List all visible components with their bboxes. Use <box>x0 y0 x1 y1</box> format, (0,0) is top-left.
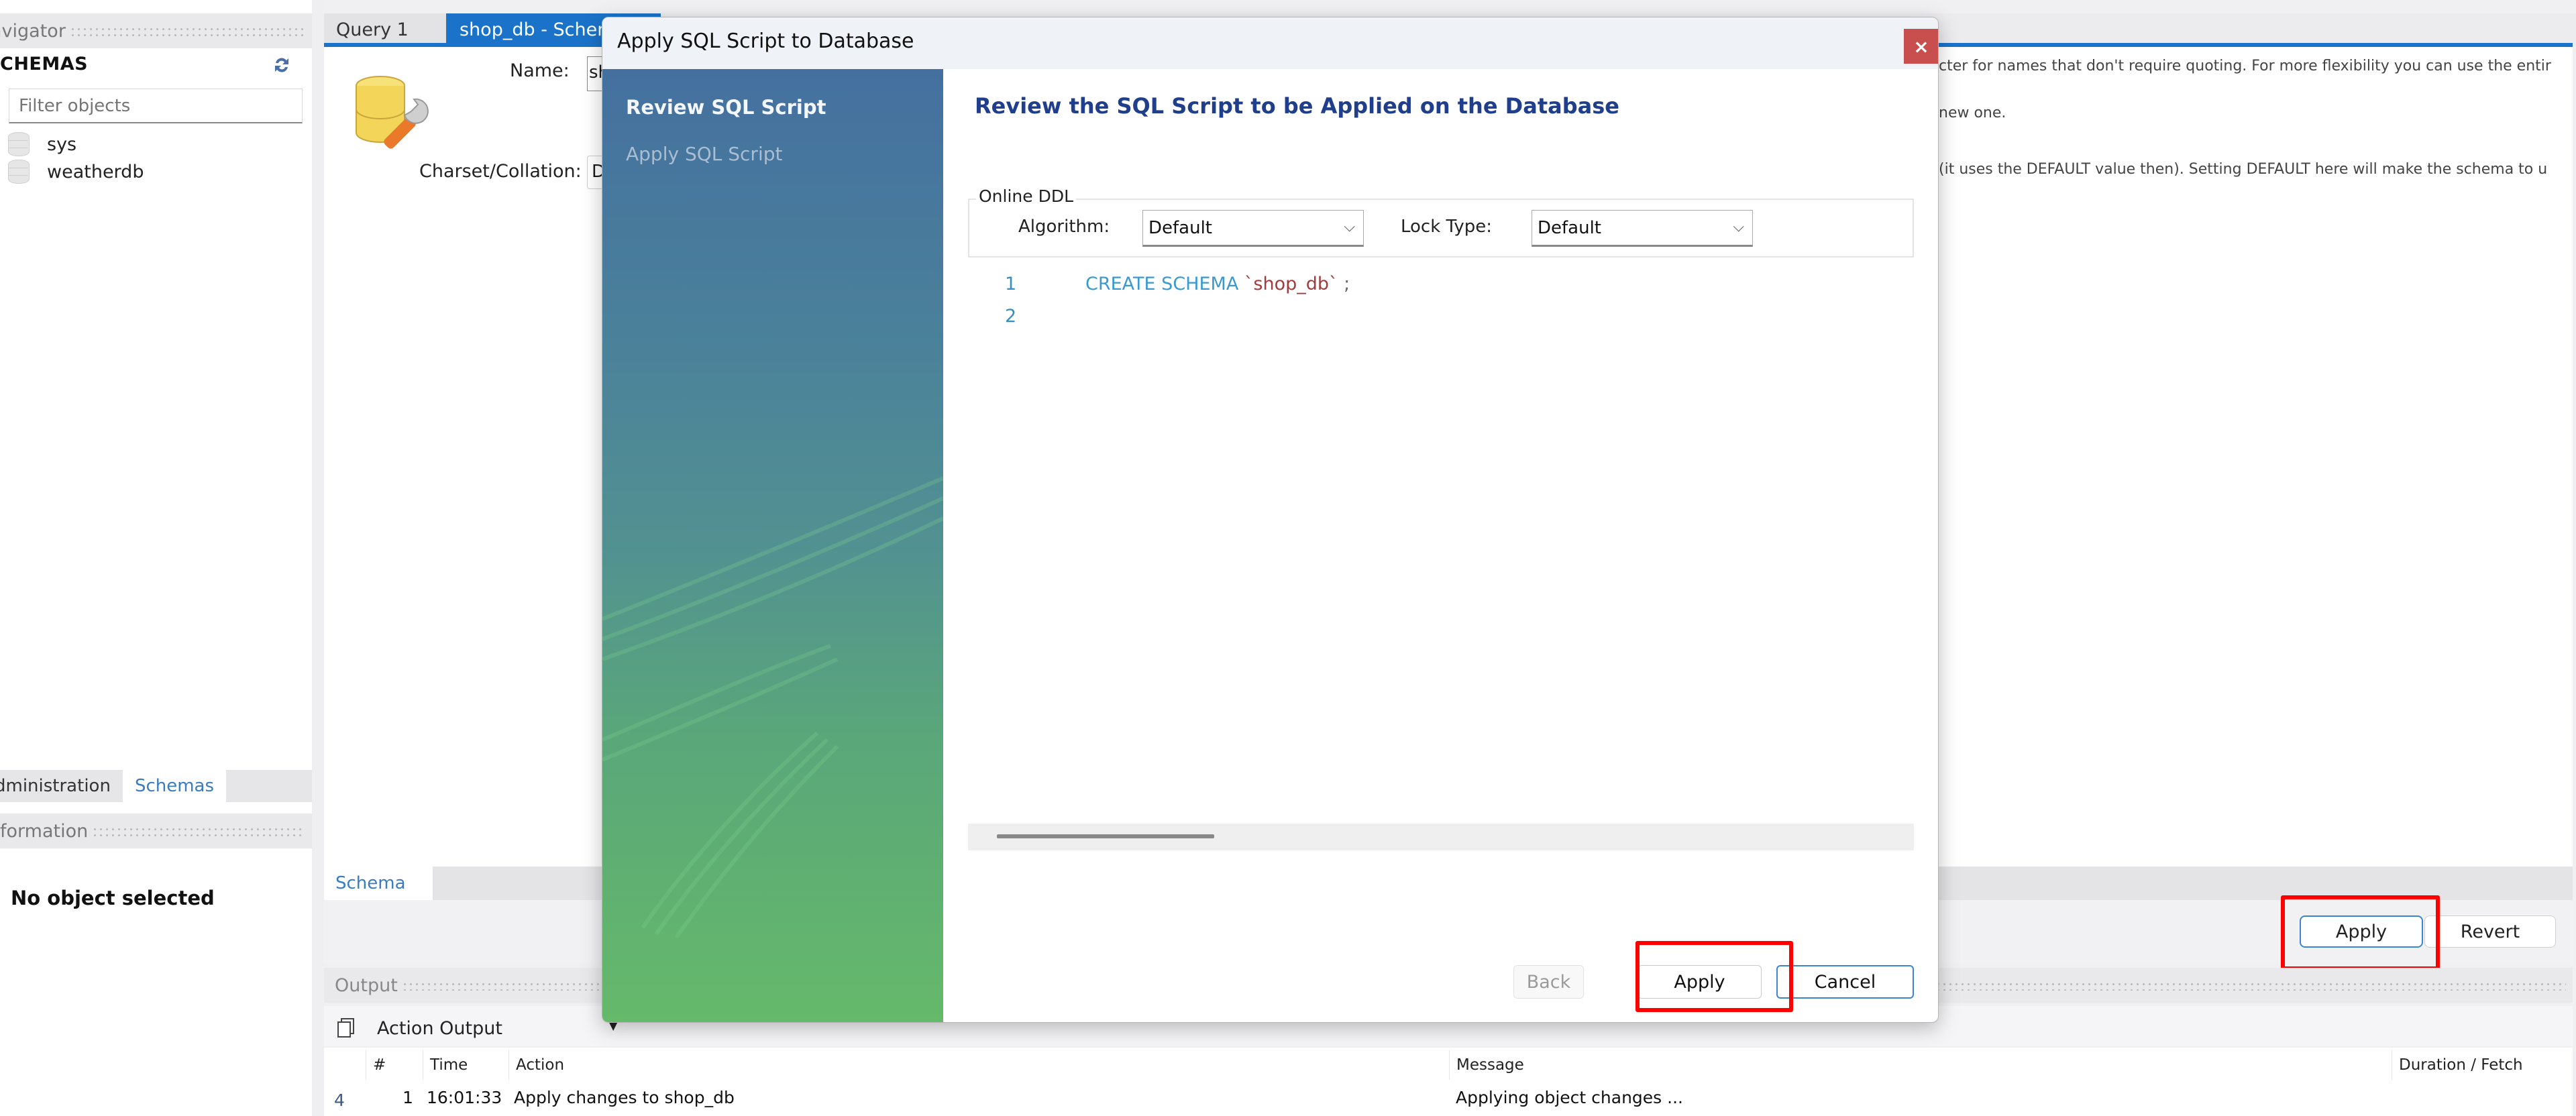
schema-name: weatherdb <box>47 161 144 182</box>
charset-hint-text: (it uses the DEFAULT value then). Settin… <box>1939 161 2548 178</box>
filter-objects-input[interactable] <box>9 89 303 123</box>
sidebar-splitter[interactable] <box>312 0 324 1116</box>
panel-grip[interactable] <box>92 825 305 837</box>
navigator-header: avigator <box>0 13 312 48</box>
line-number: 2 <box>1005 306 1017 327</box>
sql-script-line[interactable]: CREATE SCHEMA `shop_db` ; <box>1085 274 1350 294</box>
close-icon: × <box>1913 35 1929 58</box>
column-header-message[interactable]: Message <box>1449 1050 2392 1080</box>
name-hint-text: cter for names that don't require quotin… <box>1939 58 2551 74</box>
apply-button[interactable]: Apply <box>2300 915 2423 948</box>
no-object-selected-text: No object selected <box>11 887 215 909</box>
row-number: 1 <box>402 1087 413 1107</box>
schema-edit-icon <box>352 72 439 153</box>
charset-collation-label: Charset/Collation: <box>419 161 582 182</box>
panel-grip[interactable] <box>69 25 305 37</box>
lock-type-label: Lock Type: <box>1401 217 1493 237</box>
information-header: formation <box>0 814 312 848</box>
information-title: formation <box>0 820 89 842</box>
column-header-action[interactable]: Action <box>508 1050 1449 1080</box>
back-button[interactable]: Back <box>1513 965 1584 999</box>
lock-type-select[interactable]: Default ⌵ <box>1532 210 1753 247</box>
dialog-title: Apply SQL Script to Database <box>617 30 914 53</box>
column-header-duration[interactable]: Duration / Fetch <box>2392 1050 2573 1080</box>
sql-terminator: ; <box>1344 274 1350 294</box>
tab-schemas[interactable]: Schemas <box>122 770 227 802</box>
row-time: 16:01:33 <box>427 1087 502 1107</box>
tab-schema[interactable]: Schema <box>324 867 433 900</box>
algorithm-value: Default <box>1148 217 1212 238</box>
dialog-heading: Review the SQL Script to be Applied on t… <box>975 93 1619 119</box>
schema-name: sys <box>47 133 77 155</box>
dialog-apply-button[interactable]: Apply <box>1638 965 1762 999</box>
name-label: Name: <box>510 60 570 81</box>
algorithm-select[interactable]: Default ⌵ <box>1142 210 1364 247</box>
tab-administration[interactable]: dministration <box>0 770 123 802</box>
close-button[interactable]: × <box>1904 29 1938 64</box>
column-header-time[interactable]: Time <box>423 1050 508 1080</box>
chevron-down-icon: ⌵ <box>1733 219 1744 235</box>
tab-query-1[interactable]: Query 1 <box>324 13 446 46</box>
refresh-icon[interactable] <box>272 55 292 75</box>
column-header-number[interactable]: # <box>366 1050 423 1080</box>
algorithm-label: Algorithm: <box>1018 217 1110 237</box>
revert-button[interactable]: Revert <box>2424 915 2556 948</box>
online-ddl-legend: Online DDL <box>976 186 1077 206</box>
sql-keyword: CREATE SCHEMA <box>1085 274 1239 294</box>
wizard-steps-panel: Review SQL Script Apply SQL Script <box>602 69 943 1022</box>
line-number: 1 <box>1005 274 1017 294</box>
scrollbar-thumb[interactable] <box>997 834 1214 838</box>
wizard-step-review-sql-script: Review SQL Script <box>626 96 826 119</box>
cancel-button[interactable]: Cancel <box>1776 965 1914 999</box>
database-icon <box>8 132 30 156</box>
decorative-swoosh <box>602 476 943 939</box>
output-title: Output <box>335 974 398 996</box>
row-status-icon: 4 <box>334 1090 345 1110</box>
schema-item-weatherdb[interactable]: weatherdb <box>8 158 144 185</box>
schemas-title: CHEMAS <box>0 54 89 74</box>
lock-type-value: Default <box>1538 217 1601 238</box>
rename-hint-text: new one. <box>1939 105 2006 121</box>
sql-identifier: `shop_db` <box>1244 274 1338 294</box>
row-message: Applying object changes ... <box>1456 1087 1683 1107</box>
wizard-step-apply-sql-script: Apply SQL Script <box>626 143 783 165</box>
chevron-down-icon: ⌵ <box>1344 219 1355 235</box>
apply-sql-script-dialog: Apply SQL Script to Database × Review SQ… <box>602 17 1939 1023</box>
navigator-title: avigator <box>0 20 66 42</box>
schema-item-sys[interactable]: sys <box>8 131 76 158</box>
row-action: Apply changes to shop_db <box>514 1087 735 1107</box>
navigator-tabs: dministration Schemas <box>0 770 312 802</box>
output-type-select[interactable]: Action Output <box>349 1011 624 1045</box>
database-icon <box>8 160 30 184</box>
